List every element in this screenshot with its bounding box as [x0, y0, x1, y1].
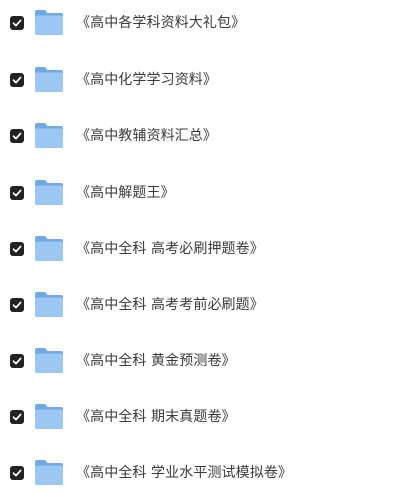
list-item[interactable]: 《高中解题王》 [0, 174, 413, 212]
checkbox-checked[interactable] [10, 186, 24, 200]
check-icon [12, 132, 22, 140]
list-item[interactable]: 《高中全科 高考必刷押题卷》 [0, 230, 413, 268]
list-item[interactable]: 《高中全科 期末真题卷》 [0, 398, 413, 436]
file-list: 《高中各学科资料大礼包》 《高中化学学习资料》 《高中教辅资料汇总》 《高中解题… [0, 0, 413, 488]
list-item[interactable]: 《高中化学学习资料》 [0, 61, 413, 99]
list-item[interactable]: 《高中各学科资料大礼包》 [0, 4, 413, 42]
checkbox-checked[interactable] [10, 16, 24, 30]
checkbox-checked[interactable] [10, 466, 24, 480]
list-item[interactable]: 《高中全科 高考考前必刷题》 [0, 286, 413, 324]
check-icon [12, 301, 22, 309]
check-icon [12, 76, 22, 84]
folder-name: 《高中全科 高考必刷押题卷》 [76, 241, 264, 257]
folder-name: 《高中化学学习资料》 [76, 72, 217, 88]
list-item[interactable]: 《高中全科 黄金预测卷》 [0, 342, 413, 380]
folder-name: 《高中全科 学业水平测试模拟卷》 [76, 465, 293, 481]
list-item[interactable]: 《高中教辅资料汇总》 [0, 117, 413, 155]
folder-name: 《高中全科 黄金预测卷》 [76, 353, 236, 369]
folder-icon [34, 346, 64, 374]
folder-icon [34, 65, 64, 93]
folder-name: 《高中解题王》 [76, 185, 175, 201]
checkbox-checked[interactable] [10, 354, 24, 368]
folder-icon [34, 121, 64, 149]
folder-icon [34, 178, 64, 206]
folder-icon [34, 234, 64, 262]
checkbox-checked[interactable] [10, 410, 24, 424]
folder-icon [34, 290, 64, 318]
checkbox-checked[interactable] [10, 242, 24, 256]
check-icon [12, 19, 22, 27]
folder-name: 《高中教辅资料汇总》 [76, 128, 217, 144]
folder-icon [34, 458, 64, 486]
folder-icon [34, 402, 64, 430]
checkbox-checked[interactable] [10, 298, 24, 312]
check-icon [12, 469, 22, 477]
list-item[interactable]: 《高中全科 学业水平测试模拟卷》 [0, 454, 413, 492]
check-icon [12, 413, 22, 421]
folder-name: 《高中全科 高考考前必刷题》 [76, 297, 264, 313]
folder-name: 《高中全科 期末真题卷》 [76, 409, 236, 425]
check-icon [12, 357, 22, 365]
checkbox-checked[interactable] [10, 73, 24, 87]
folder-icon [34, 8, 64, 36]
checkbox-checked[interactable] [10, 129, 24, 143]
folder-name: 《高中各学科资料大礼包》 [76, 15, 246, 31]
check-icon [12, 189, 22, 197]
check-icon [12, 245, 22, 253]
